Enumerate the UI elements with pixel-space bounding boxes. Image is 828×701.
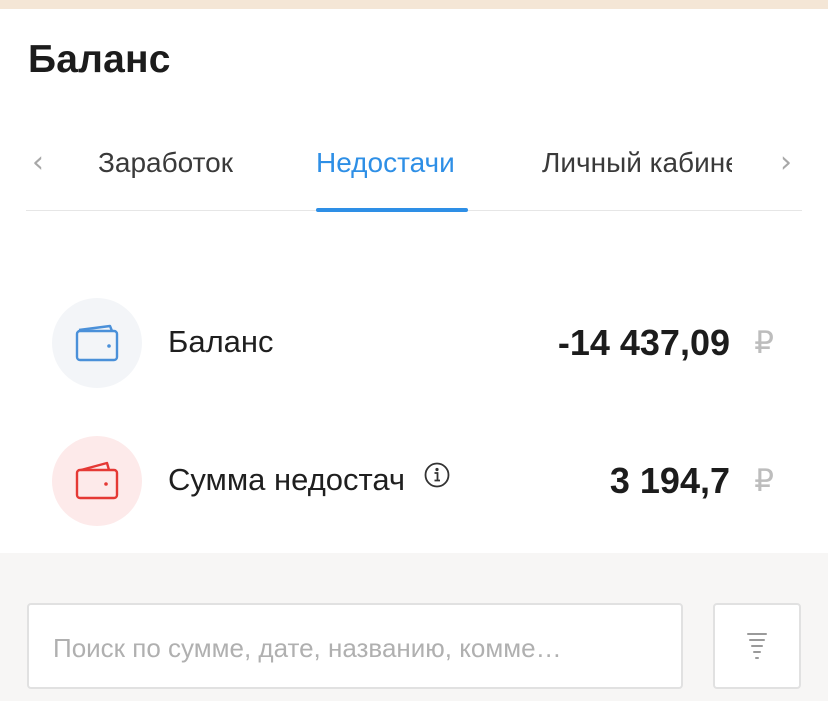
tabs-scroll-left-icon[interactable]: ‹ [32, 146, 44, 180]
top-strip [0, 0, 828, 9]
balance-value: -14 437,09 [557, 322, 730, 363]
active-tab-indicator [316, 208, 468, 212]
search-placeholder: Поиск по сумме, дате, названию, комме… [53, 633, 562, 663]
page-title: Баланс [28, 38, 171, 81]
wallet-icon [52, 436, 142, 526]
shortage-label: Сумма недостач [168, 462, 451, 498]
tab-shortages[interactable]: Недостачи [316, 146, 455, 180]
balance-row: Баланс -14 437,09 ₽ [52, 298, 776, 388]
tab-earnings[interactable]: Заработок [98, 146, 233, 180]
shortage-value: 3 194,7 [609, 460, 730, 501]
info-icon[interactable] [423, 461, 451, 497]
currency-symbol: ₽ [754, 325, 774, 360]
shortage-label-text: Сумма недостач [168, 462, 406, 497]
filter-button[interactable] [713, 603, 801, 689]
shortage-row: Сумма недостач 3 194,7 ₽ [52, 436, 776, 526]
tab-personal-account[interactable]: Личный кабинет [542, 146, 732, 180]
currency-symbol: ₽ [754, 463, 774, 498]
tab-bar: ‹ Заработок Недостачи Личный кабинет › [26, 120, 802, 212]
wallet-icon [52, 298, 142, 388]
tabs-scroll-right-icon[interactable]: › [780, 146, 792, 180]
filter-icon [747, 633, 767, 659]
search-input[interactable]: Поиск по сумме, дате, названию, комме… [27, 603, 683, 689]
balance-label: Баланс [168, 324, 274, 359]
search-area: Поиск по сумме, дате, названию, комме… [0, 553, 828, 701]
